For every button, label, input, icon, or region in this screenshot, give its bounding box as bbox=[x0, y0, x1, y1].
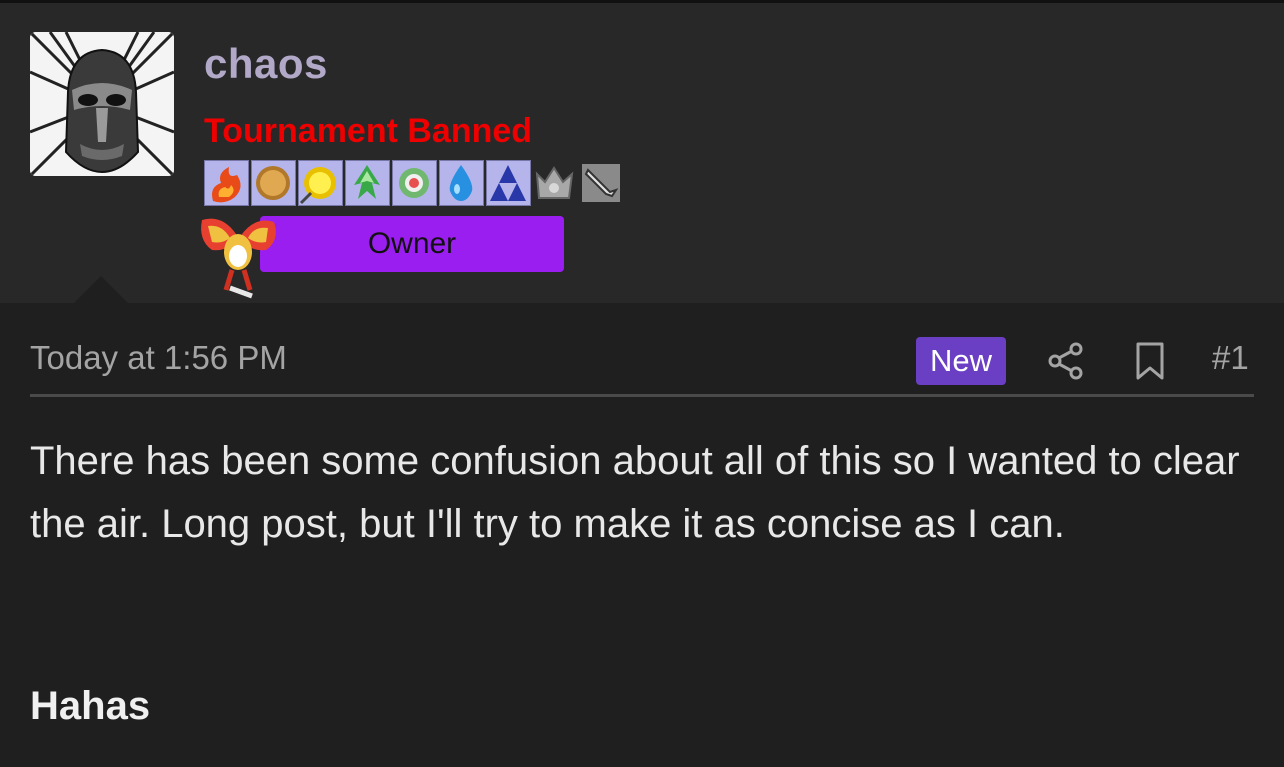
bookmark-icon[interactable] bbox=[1134, 341, 1166, 381]
meta-divider bbox=[30, 394, 1254, 397]
post-permalink-number[interactable]: #1 bbox=[1212, 339, 1249, 377]
post-section-heading: Hahas bbox=[30, 684, 151, 728]
user-title: Tournament Banned bbox=[204, 112, 533, 150]
badge-row bbox=[204, 160, 625, 206]
new-badge: New bbox=[916, 337, 1006, 385]
avatar[interactable] bbox=[30, 32, 174, 176]
owner-role-banner: Owner bbox=[260, 216, 564, 272]
ho-oh-sprite-icon bbox=[192, 212, 284, 302]
avatar-image bbox=[30, 32, 174, 176]
username[interactable]: chaos bbox=[204, 40, 328, 88]
fire-badge-icon bbox=[204, 160, 249, 206]
share-icon[interactable] bbox=[1046, 341, 1086, 381]
gray-sword-badge-icon bbox=[580, 160, 625, 206]
gray-crown-badge-icon bbox=[533, 160, 578, 206]
blue-triforce-badge-icon bbox=[486, 160, 531, 206]
header-pointer bbox=[74, 276, 128, 303]
green-leaf-badge-icon bbox=[345, 160, 390, 206]
post-paragraph: There has been some confusion about all … bbox=[30, 439, 1240, 546]
post-body: There has been some confusion about all … bbox=[30, 430, 1264, 556]
post-timestamp[interactable]: Today at 1:56 PM bbox=[30, 339, 287, 377]
flower-badge-icon bbox=[392, 160, 437, 206]
owner-role-label: Owner bbox=[367, 227, 457, 260]
bronze-coin-badge-icon bbox=[251, 160, 296, 206]
post-meta-bar: Today at 1:56 PM New #1 bbox=[30, 333, 1254, 395]
water-drop-badge-icon bbox=[439, 160, 484, 206]
gold-coin-badge-icon bbox=[298, 160, 343, 206]
